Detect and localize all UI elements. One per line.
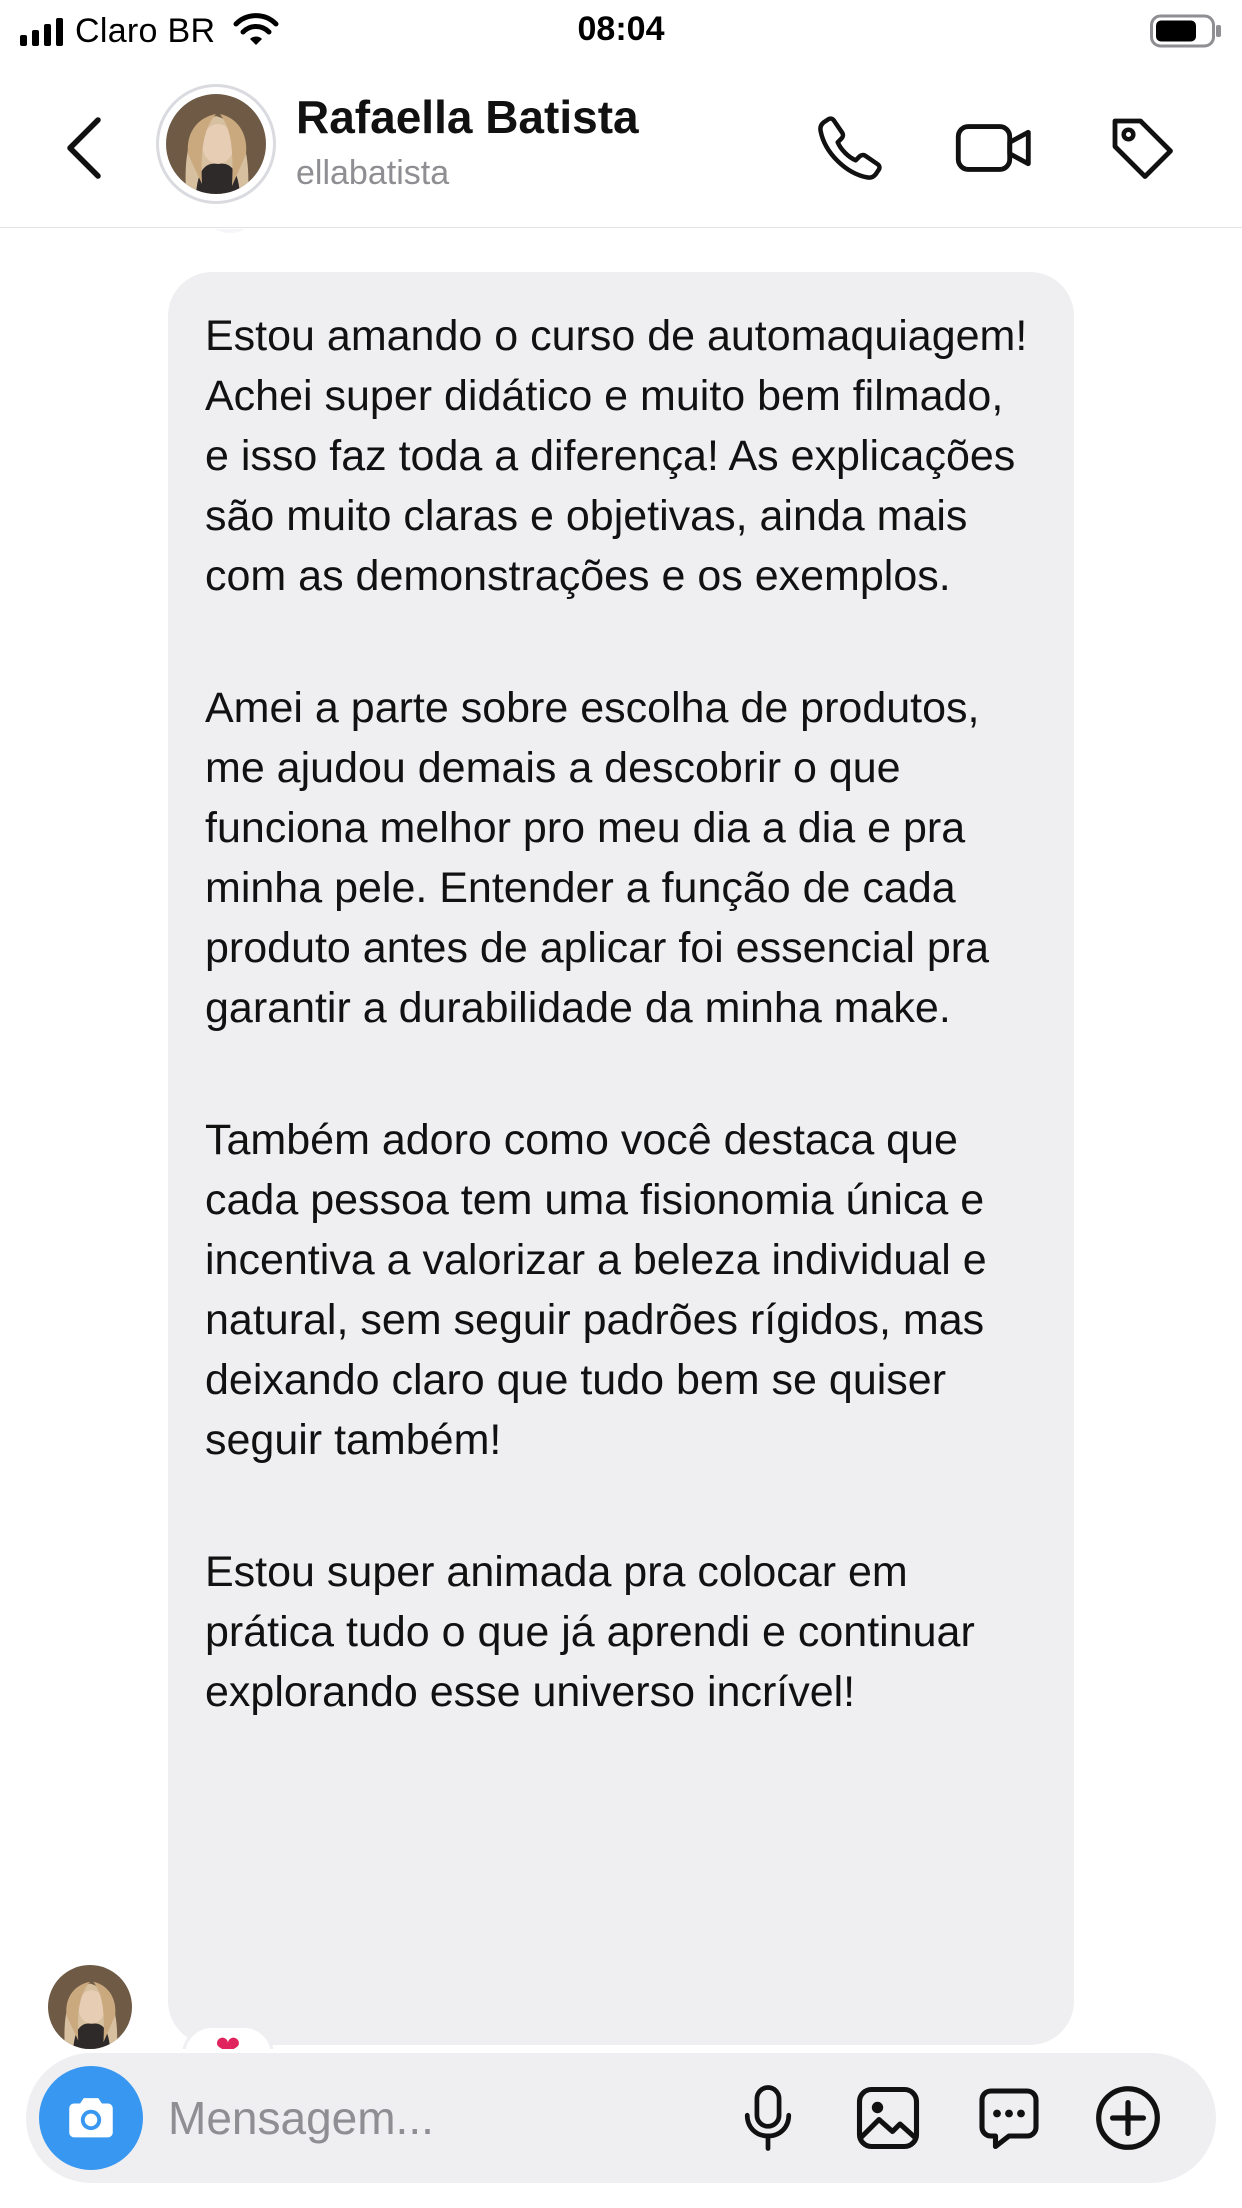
message-composer [26,2053,1216,2183]
message-paragraph: Estou amando o curso de automaquiagem! A… [205,312,1028,600]
message-paragraph: Amei a parte sobre escolha de produtos, … [205,684,990,1032]
video-camera-icon [955,124,1031,172]
avatar [166,94,266,194]
status-bar: Claro BR 08:04 [0,0,1242,62]
message-input[interactable] [168,2053,708,2183]
status-time: 08:04 [577,10,665,48]
contact-username: ellabatista [296,154,450,192]
phone-icon [818,116,882,180]
camera-button[interactable] [39,2066,143,2170]
message-bubble[interactable]: Estou amando o curso de automaquiagem! A… [168,272,1074,2045]
tag-button[interactable] [1100,106,1184,190]
voice-call-button[interactable] [808,106,892,190]
heart-icon: ❤ [215,2031,241,2049]
video-call-button[interactable] [952,106,1036,190]
tag-icon [1112,118,1173,179]
profile-avatar-button[interactable] [156,84,276,204]
back-button[interactable] [52,106,116,190]
microphone-icon [744,2085,792,2151]
back-arrow-icon [67,117,101,179]
sender-avatar[interactable] [48,1965,132,2049]
gallery-button[interactable] [846,2076,930,2160]
message-thread[interactable]: Estou amando o curso de automaquiagem! A… [0,229,1242,2049]
add-icon [1096,2086,1160,2150]
chat-header: Rafaella Batista ellabatista [0,76,1242,228]
previous-message-edge [200,229,260,233]
contact-name[interactable]: Rafaella Batista [296,90,639,144]
battery-icon [1150,14,1221,48]
message-paragraph: Também adoro como você destaca que cada … [205,1116,987,1464]
add-button[interactable] [1086,2076,1170,2160]
message-paragraph: Estou super animada pra colocar em práti… [205,1548,975,1716]
sticker-chat-icon [979,2088,1039,2150]
sticker-button[interactable] [967,2076,1051,2160]
voice-message-button[interactable] [726,2076,810,2160]
camera-icon [69,2098,113,2138]
gallery-icon [856,2086,920,2150]
